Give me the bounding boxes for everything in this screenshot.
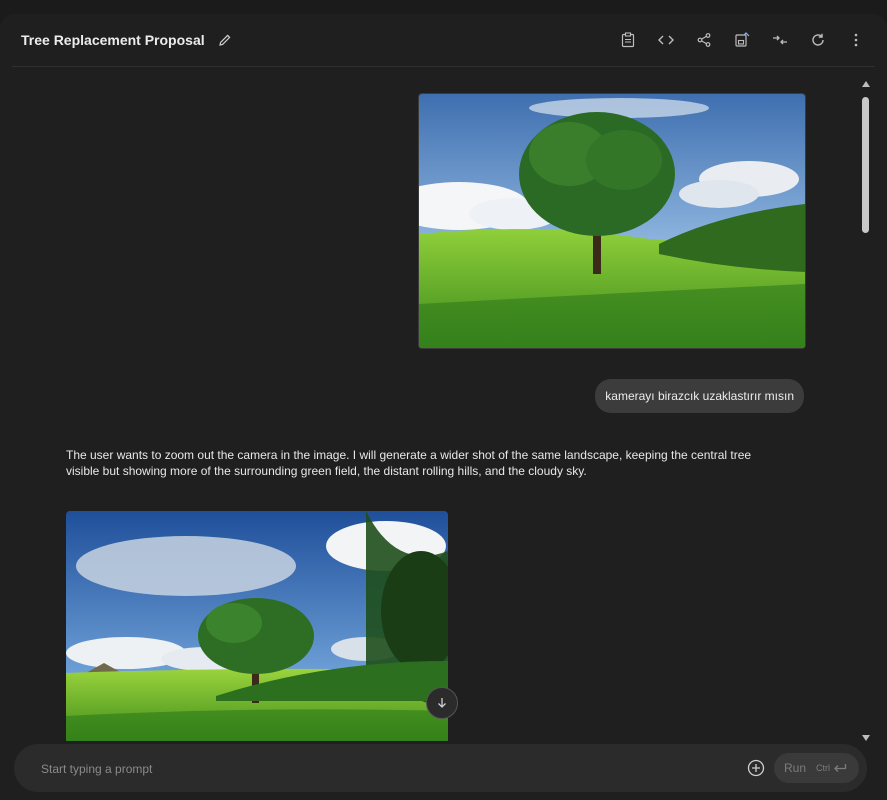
header: Tree Replacement Proposal: [12, 14, 875, 67]
enter-icon: [833, 763, 847, 773]
user-uploaded-image[interactable]: [418, 93, 806, 349]
compare-icon[interactable]: [761, 21, 799, 59]
toolbar: [609, 14, 875, 66]
arrow-down-icon: [438, 698, 446, 708]
scroll-down-icon[interactable]: [862, 735, 870, 741]
run-button[interactable]: Run Ctrl: [774, 753, 859, 783]
run-label: Run: [784, 761, 807, 775]
code-icon[interactable]: [647, 21, 685, 59]
save-icon[interactable]: [723, 21, 761, 59]
generated-image[interactable]: [66, 511, 448, 741]
add-media-button[interactable]: [746, 758, 766, 778]
share-icon[interactable]: [685, 21, 723, 59]
copy-prompt-icon[interactable]: [609, 21, 647, 59]
model-response-text: The user wants to zoom out the camera in…: [66, 448, 752, 478]
refresh-icon[interactable]: [799, 21, 837, 59]
scroll-up-icon[interactable]: [862, 81, 870, 87]
prompt-input[interactable]: [39, 744, 733, 794]
edit-title-icon[interactable]: [217, 32, 233, 48]
add-circle-icon: [747, 759, 765, 777]
user-message-bubble: kamerayı birazcık uzaklastırır mısın: [595, 379, 804, 413]
more-vert-icon[interactable]: [837, 21, 875, 59]
chat-scroll-area[interactable]: kamerayı birazcık uzaklastırır mısın The…: [0, 67, 887, 744]
page-title: Tree Replacement Proposal: [21, 32, 205, 48]
prompt-bar: Run Ctrl: [14, 744, 867, 794]
scrollbar[interactable]: [861, 81, 871, 741]
run-shortcut-hint: Ctrl: [816, 763, 831, 773]
scroll-to-bottom-button[interactable]: [426, 687, 458, 719]
scrollbar-thumb[interactable]: [862, 97, 869, 233]
app-window: Tree Replacement Proposal kamerayı biraz…: [0, 14, 887, 800]
